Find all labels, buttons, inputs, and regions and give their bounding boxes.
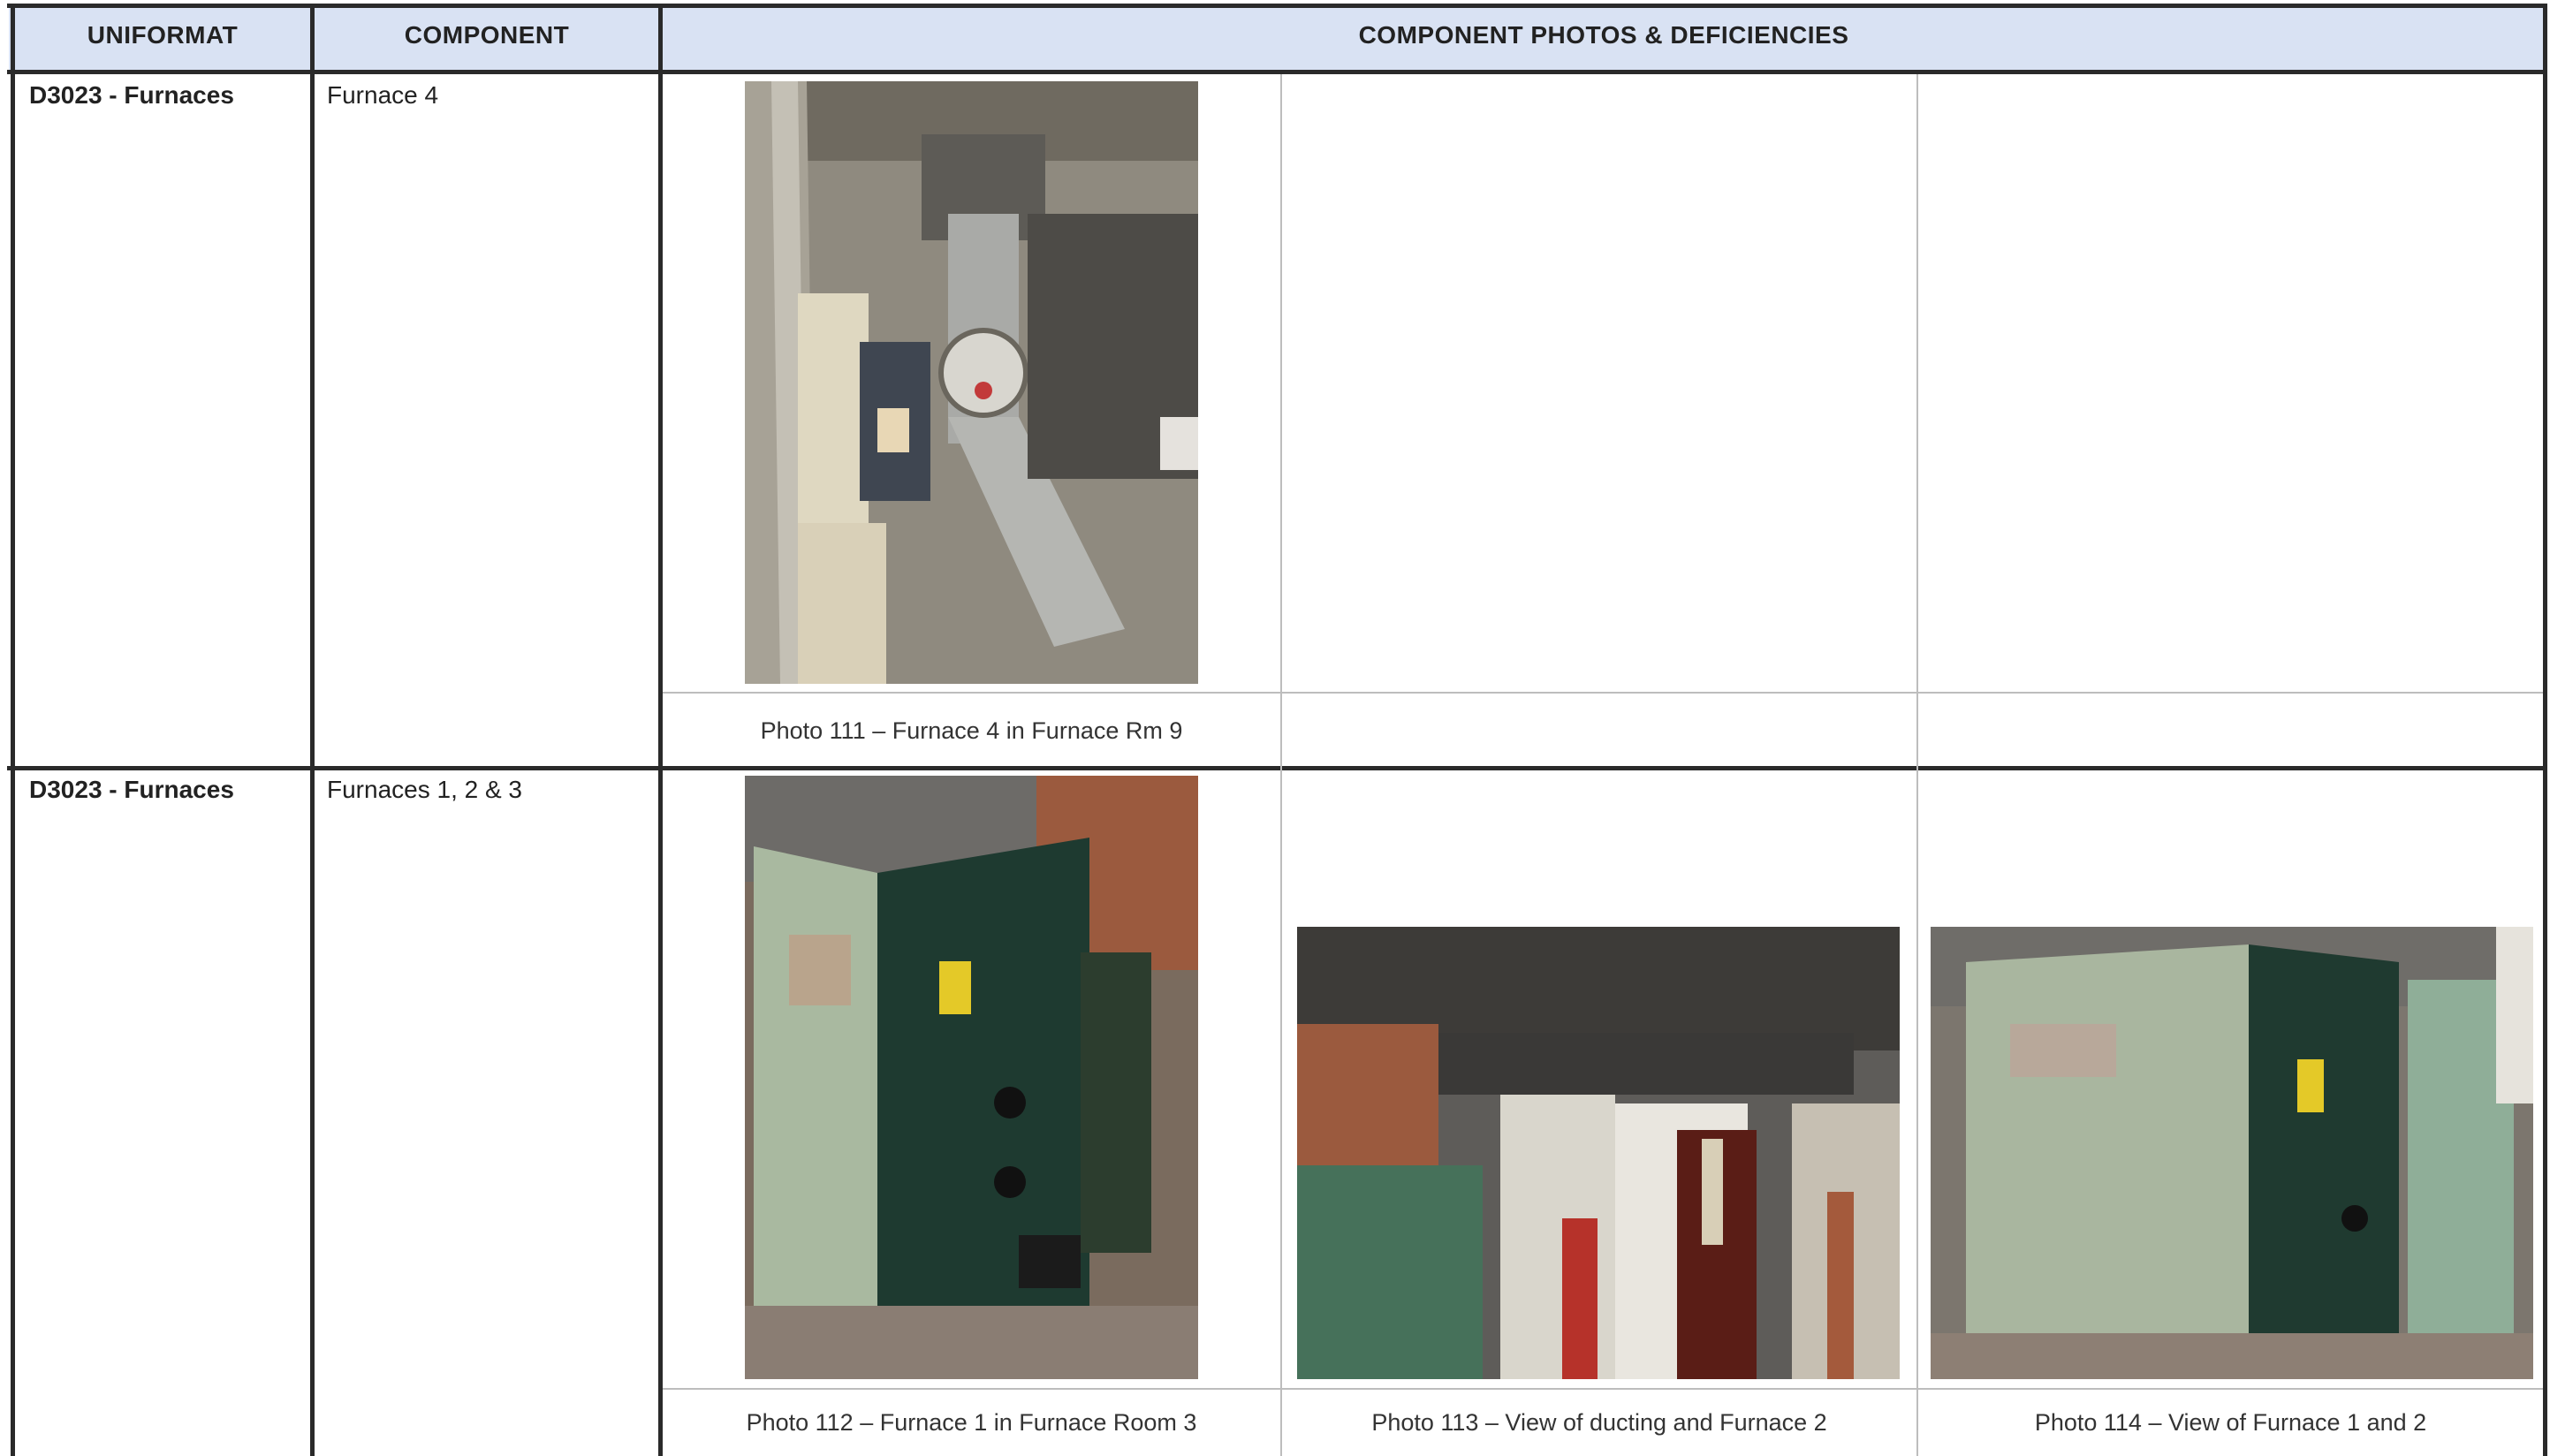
border-left	[11, 4, 15, 1456]
photo-112	[745, 776, 1198, 1379]
header-uniformat: UNIFORMAT	[87, 21, 239, 49]
border-header-bottom	[7, 70, 2545, 74]
header-component: COMPONENT	[404, 21, 570, 49]
row2-uniformat: D3023 - Furnaces	[29, 776, 234, 803]
row1-uniformat: D3023 - Furnaces	[29, 81, 234, 109]
border-top	[7, 4, 2545, 8]
border-right	[2543, 4, 2547, 1456]
caption-photo-113: Photo 113 – View of ducting and Furnace …	[1371, 1409, 1827, 1436]
caption-photo-111: Photo 111 – Furnace 4 in Furnace Rm 9	[760, 717, 1183, 744]
caption-photo-114: Photo 114 – View of Furnace 1 and 2	[2034, 1409, 2427, 1436]
caption-photo-112: Photo 112 – Furnace 1 in Furnace Room 3	[746, 1409, 1197, 1436]
border-col1	[310, 4, 315, 1456]
row2-component: Furnaces 1, 2 & 3	[327, 776, 523, 803]
caption-empty-2	[1918, 694, 2543, 768]
caption-empty-1	[1282, 694, 1916, 768]
photo-111	[745, 81, 1198, 684]
photo-113	[1297, 927, 1900, 1379]
report-table: UNIFORMAT COMPONENT COMPONENT PHOTOS & D…	[0, 0, 2550, 1456]
row1-component: Furnace 4	[327, 81, 439, 109]
photo-114	[1931, 927, 2533, 1379]
header-photos: COMPONENT PHOTOS & DEFICIENCIES	[1358, 21, 1849, 49]
